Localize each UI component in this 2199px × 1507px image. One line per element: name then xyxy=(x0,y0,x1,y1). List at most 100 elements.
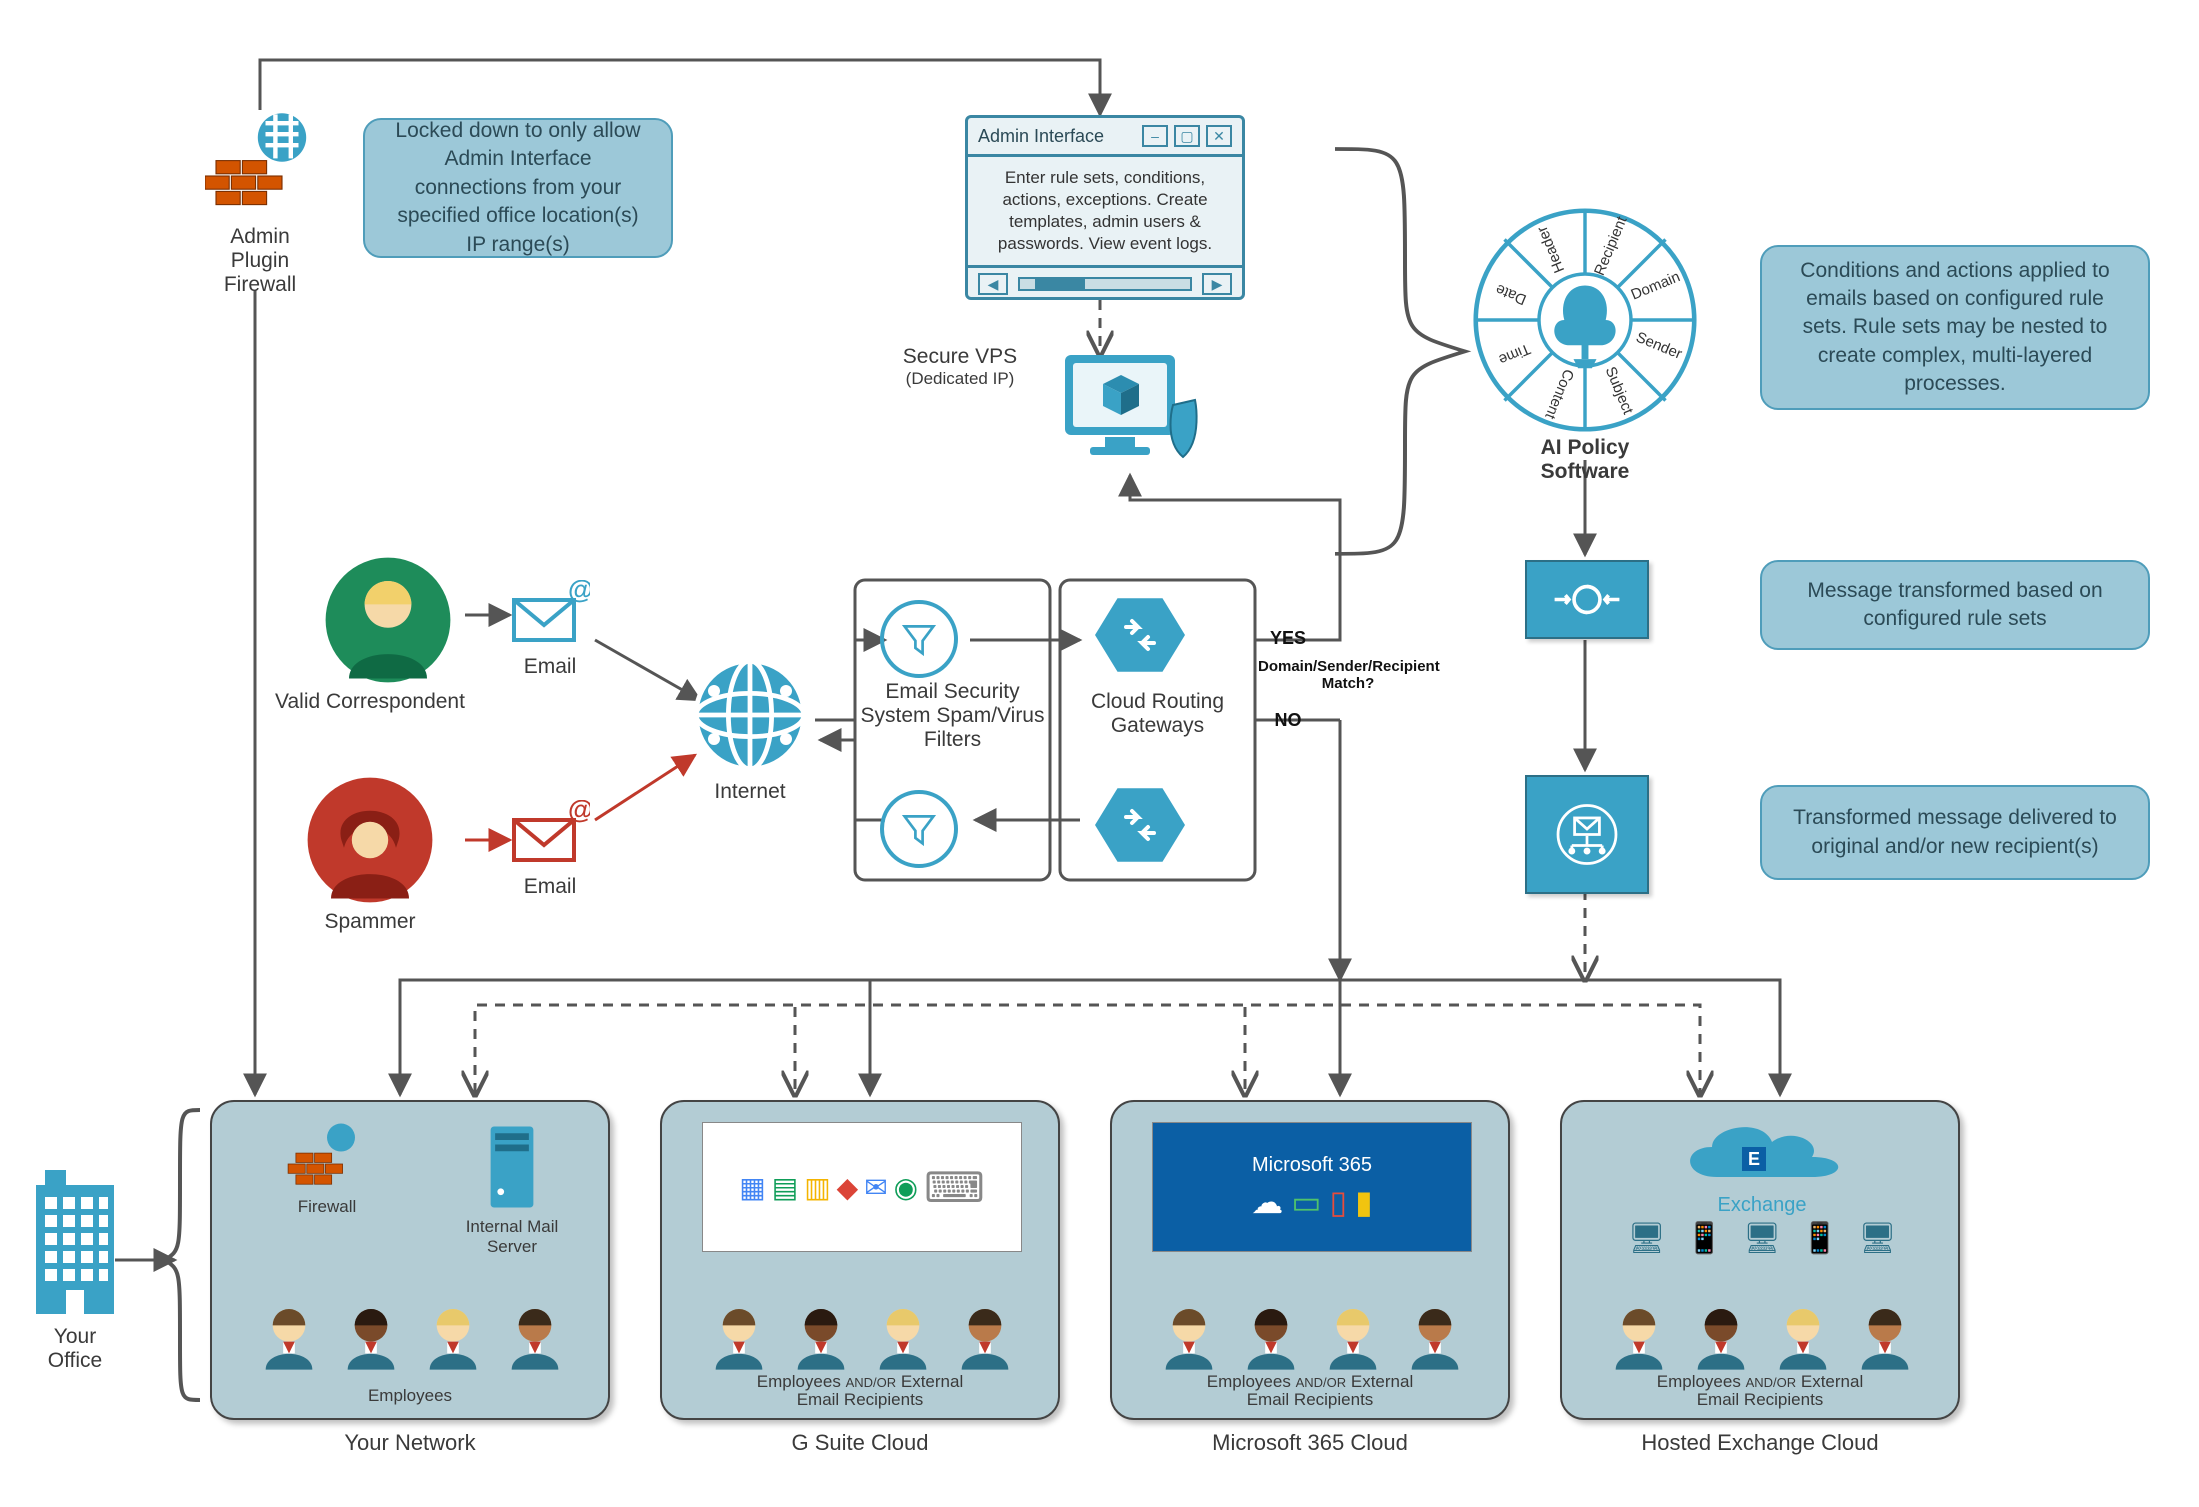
your-network-people xyxy=(242,1302,582,1372)
gsuite-line2: Email Recipients xyxy=(662,1390,1058,1410)
email-red-icon: @ xyxy=(510,800,590,870)
funnel-out-icon xyxy=(880,790,958,868)
m365-line2: Email Recipients xyxy=(1112,1390,1508,1410)
person-icon xyxy=(1405,1302,1465,1372)
email-security-label: Email Security System Spam/Virus Filters xyxy=(860,680,1045,752)
m365-panel: Microsoft 365 ☁ ▭ ▯ ▮ xyxy=(1152,1122,1472,1252)
person-icon xyxy=(1323,1302,1383,1372)
firewall-small-icon xyxy=(287,1122,367,1192)
admin-window-titlebar: Admin Interface – ▢ ✕ xyxy=(968,118,1242,157)
person-icon xyxy=(505,1302,565,1372)
person-icon xyxy=(955,1302,1015,1372)
office-label: Your Office xyxy=(30,1325,120,1373)
admin-window-title: Admin Interface xyxy=(978,126,1104,147)
minimize-icon: – xyxy=(1142,125,1168,147)
callout-ai-conditions: Conditions and actions applied to emails… xyxy=(1760,245,2150,410)
your-network-firewall-label: Firewall xyxy=(272,1197,382,1217)
m365-people xyxy=(1142,1302,1482,1372)
spammer-label: Spammer xyxy=(305,910,435,934)
person-icon xyxy=(1691,1302,1751,1372)
admin-plugin-firewall-label: Admin Plugin Firewall xyxy=(205,225,315,297)
ai-policy-node: RecipientDomainSenderSubjectContentTimeD… xyxy=(1470,205,1700,465)
funnel-in-icon xyxy=(880,600,958,678)
device-phone-icon: 📱 xyxy=(1801,1221,1838,1256)
your-network-caption: Your Network xyxy=(210,1430,610,1456)
email-valid-label: Email xyxy=(510,655,590,679)
building-icon xyxy=(30,1170,120,1320)
transform-node xyxy=(1525,560,1649,639)
spammer-node: Spammer xyxy=(305,775,435,934)
transform-icon xyxy=(1551,577,1623,622)
delivery-icon xyxy=(1551,800,1623,869)
your-network-box: Firewall Internal Mail Server xyxy=(210,1100,610,1420)
prev-icon: ◀ xyxy=(978,273,1008,295)
valid-correspondent-label: Valid Correspondent xyxy=(270,690,470,714)
gsuite-app-icon: ▥ xyxy=(804,1171,830,1204)
admin-window-body: Enter rule sets, conditions, actions, ex… xyxy=(968,157,1242,265)
email-spam-node: @ Email xyxy=(510,800,590,899)
decision-yes: YES xyxy=(1258,628,1318,649)
maximize-icon: ▢ xyxy=(1174,125,1200,147)
admin-plugin-firewall-node: Admin Plugin Firewall xyxy=(205,110,315,297)
person-icon xyxy=(259,1302,319,1372)
callout-firewall-lock: Locked down to only allow Admin Interfac… xyxy=(363,118,673,258)
next-icon: ▶ xyxy=(1202,273,1232,295)
ai-policy-wheel-icon: RecipientDomainSenderSubjectContentTimeD… xyxy=(1470,205,1700,435)
m365-tablet-icon: ▯ xyxy=(1330,1183,1348,1221)
device-monitor-icon: 🖥 xyxy=(1628,1221,1666,1256)
exchange-people xyxy=(1592,1302,1932,1372)
gsuite-line1: Employees AND/OR External xyxy=(662,1372,1058,1392)
gsuite-caption: G Suite Cloud xyxy=(660,1430,1060,1456)
gsuite-people xyxy=(692,1302,1032,1372)
exchange-panel: E Exchange 🖥 📱 🖥 📱 🖥 xyxy=(1602,1117,1922,1257)
scroll-thumb xyxy=(1035,279,1085,289)
internet-label: Internet xyxy=(690,780,810,804)
gsuite-app-icon: ▤ xyxy=(772,1171,798,1204)
person-icon xyxy=(341,1302,401,1372)
admin-interface-window: Admin Interface – ▢ ✕ Enter rule sets, c… xyxy=(965,115,1245,300)
person-icon xyxy=(709,1302,769,1372)
decision-no: NO xyxy=(1258,710,1318,731)
server-icon xyxy=(482,1122,542,1212)
secure-vps-sub: (Dedicated IP) xyxy=(880,369,1040,389)
firewall-globe-icon xyxy=(205,110,315,220)
m365-cloud-icon: ☁ xyxy=(1251,1183,1283,1221)
person-icon xyxy=(1855,1302,1915,1372)
exchange-cloud-icon: E xyxy=(1672,1117,1852,1197)
valid-correspondent-node: Valid Correspondent xyxy=(305,555,470,714)
m365-box: Microsoft 365 ☁ ▭ ▯ ▮ xyxy=(1110,1100,1510,1420)
person-icon xyxy=(1159,1302,1219,1372)
delivery-node xyxy=(1525,775,1649,894)
gsuite-app-icon: ✉ xyxy=(864,1171,887,1204)
person-green-icon xyxy=(323,555,453,685)
email-icon: @ xyxy=(510,580,590,650)
globe-icon xyxy=(690,655,810,775)
admin-window-footer: ◀ ▶ xyxy=(968,265,1242,300)
close-icon: ✕ xyxy=(1206,125,1232,147)
m365-caption: Microsoft 365 Cloud xyxy=(1110,1430,1510,1456)
gsuite-box: ▦ ▤ ▥ ◆ ✉ ◉ ⌨ Employees A xyxy=(660,1100,1060,1420)
gsuite-app-icon: ◉ xyxy=(894,1171,918,1204)
gsuite-panel: ▦ ▤ ▥ ◆ ✉ ◉ ⌨ xyxy=(702,1122,1022,1252)
email-spam-label: Email xyxy=(510,875,590,899)
device-phone-icon: 📱 xyxy=(1686,1221,1723,1256)
person-icon xyxy=(1609,1302,1669,1372)
person-red-icon xyxy=(305,775,435,905)
svg-text:E: E xyxy=(1748,1149,1760,1169)
secure-vps-label: Secure VPS xyxy=(880,345,1040,369)
callout-delivered: Transformed message delivered to origina… xyxy=(1760,785,2150,880)
internet-node: Internet xyxy=(690,655,810,804)
m365-line1: Employees AND/OR External xyxy=(1112,1372,1508,1392)
callout-transformed: Message transformed based on configured … xyxy=(1760,560,2150,650)
exchange-line1: Employees AND/OR External xyxy=(1562,1372,1958,1392)
person-icon xyxy=(791,1302,851,1372)
office-node: Your Office xyxy=(30,1170,120,1373)
device-monitor-icon: 🖥 xyxy=(1743,1221,1781,1256)
secure-vps-label-block: Secure VPS (Dedicated IP) xyxy=(880,345,1040,389)
gsuite-laptop-icon: ⌨ xyxy=(924,1163,985,1212)
m365-phone-icon: ▮ xyxy=(1355,1183,1373,1221)
person-icon xyxy=(1241,1302,1301,1372)
m365-product-label: Microsoft 365 xyxy=(1252,1154,1372,1177)
email-valid-node: @ Email xyxy=(510,580,590,679)
your-network-employees-label: Employees xyxy=(212,1386,608,1406)
